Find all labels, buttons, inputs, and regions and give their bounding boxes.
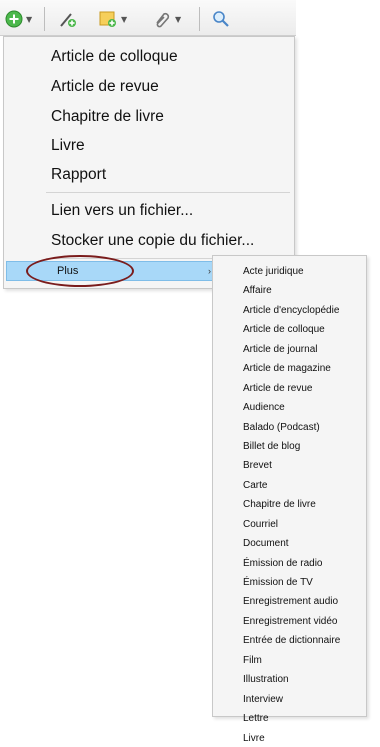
highlight-ellipse [26, 255, 134, 287]
new-item-button[interactable]: ▼ [5, 8, 32, 30]
note-icon [99, 11, 116, 27]
add-by-identifier-button[interactable] [58, 8, 78, 30]
submenu-item[interactable]: Article d'encyclopédie [213, 301, 366, 320]
menu-item-livre[interactable]: Livre [4, 132, 294, 160]
submenu-item[interactable]: Audience [213, 398, 366, 417]
submenu-item[interactable]: Chapitre de livre [213, 495, 366, 514]
search-icon [213, 11, 229, 27]
plus-circle-icon [5, 10, 23, 28]
menu-item-store-copy-of-file[interactable]: Stocker une copie du fichier... [4, 227, 294, 255]
menu-separator [46, 192, 290, 193]
submenu-item[interactable]: Enregistrement audio [213, 592, 366, 611]
toolbar-separator [44, 7, 45, 31]
chevron-down-icon: ▼ [26, 14, 33, 24]
menu-item-link-to-file[interactable]: Lien vers un fichier... [4, 197, 294, 225]
submenu-item[interactable]: Illustration [213, 670, 366, 689]
chevron-right-icon: › [208, 266, 211, 276]
chevron-down-icon: ▼ [121, 14, 128, 24]
submenu-item[interactable]: Billet de blog [213, 437, 366, 456]
submenu-item[interactable]: Entrée de dictionnaire [213, 631, 366, 650]
search-button[interactable] [212, 8, 230, 30]
submenu-item[interactable]: Interview [213, 690, 366, 709]
add-attachment-button[interactable]: ▼ [152, 8, 181, 30]
submenu-item[interactable]: Article de revue [213, 379, 366, 398]
submenu-item[interactable]: Carte [213, 476, 366, 495]
submenu-item[interactable]: Film [213, 651, 366, 670]
new-note-button[interactable]: ▼ [98, 8, 127, 30]
submenu-item[interactable]: Article de colloque [213, 320, 366, 339]
toolbar: ▼ ▼ ▼ [0, 0, 296, 36]
magic-wand-icon [60, 13, 76, 27]
submenu-item[interactable]: Émission de TV [213, 573, 366, 592]
submenu-item[interactable]: Acte juridique [213, 262, 366, 281]
new-item-menu: Article de colloque Article de revue Cha… [3, 36, 295, 289]
submenu-item[interactable]: Brevet [213, 456, 366, 475]
submenu-item[interactable]: Document [213, 534, 366, 553]
paperclip-icon [156, 12, 170, 28]
submenu-item[interactable]: Article de magazine [213, 359, 366, 378]
menu-item-article-de-revue[interactable]: Article de revue [4, 73, 294, 101]
menu-item-chapitre-de-livre[interactable]: Chapitre de livre [4, 103, 294, 131]
plus-submenu: Acte juridique Affaire Article d'encyclopé… [212, 255, 367, 744]
submenu-list: Acte juridique Affaire Article d'encyclopé… [213, 262, 366, 747]
chevron-down-icon: ▼ [175, 14, 182, 24]
toolbar-separator [199, 7, 200, 31]
submenu-item[interactable]: Balado (Podcast) [213, 418, 366, 437]
submenu-item[interactable]: Livre [213, 729, 366, 747]
submenu-item[interactable]: Lettre [213, 709, 366, 728]
submenu-item[interactable]: Article de journal [213, 340, 366, 359]
menu-item-article-de-colloque[interactable]: Article de colloque [4, 43, 294, 71]
submenu-item[interactable]: Courriel [213, 515, 366, 534]
submenu-item[interactable]: Enregistrement vidéo [213, 612, 366, 631]
menu-item-rapport[interactable]: Rapport [4, 161, 294, 189]
submenu-item[interactable]: Émission de radio [213, 554, 366, 573]
submenu-item[interactable]: Affaire [213, 281, 366, 300]
